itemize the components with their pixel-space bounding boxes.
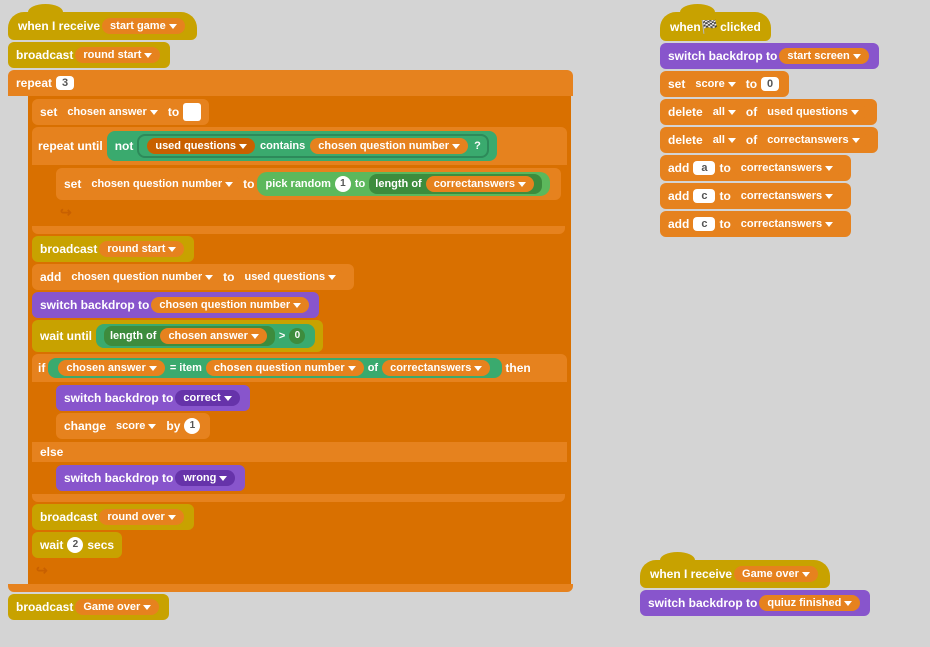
switch-quiuz-block[interactable]: switch backdrop to quiuz finished bbox=[640, 590, 870, 616]
flag-icon: 🏁 bbox=[701, 18, 718, 35]
repeat3-block[interactable]: repeat 3 set chosen answer to bbox=[8, 70, 573, 592]
change-score-block[interactable]: change score by 1 bbox=[56, 413, 561, 439]
broadcast1-value[interactable]: round start bbox=[75, 47, 160, 63]
loop-arrow2: ↪ bbox=[32, 560, 567, 581]
add-c-block[interactable]: add c to correctanswers bbox=[660, 183, 879, 209]
switch-correct-block[interactable]: switch backdrop to correct bbox=[56, 385, 561, 411]
when-clicked-block[interactable]: when 🏁 clicked bbox=[660, 12, 879, 41]
set-chosen-answer-block[interactable]: set chosen answer to bbox=[32, 99, 567, 125]
add-c2-block[interactable]: add c to correctanswers bbox=[660, 211, 879, 237]
repeat-value: 3 bbox=[56, 76, 74, 90]
event-label: when I receive bbox=[18, 19, 100, 33]
switch-wrong-block[interactable]: switch backdrop to wrong bbox=[56, 465, 561, 491]
add-to-used-block[interactable]: add chosen question number to used quest… bbox=[32, 264, 567, 290]
wait-until-block[interactable]: wait until length of chosen answer > 0 bbox=[32, 320, 567, 352]
chosen-answer-var[interactable]: chosen answer bbox=[59, 104, 165, 120]
wait-2-secs-block[interactable]: wait 2 secs bbox=[32, 532, 567, 558]
delete-used-block[interactable]: delete all of used questions bbox=[660, 99, 879, 125]
add-a-block[interactable]: add a to correctanswers bbox=[660, 155, 879, 181]
switch-backdrop-start-block[interactable]: switch backdrop to start screen bbox=[660, 43, 879, 69]
set-score-block[interactable]: set score to 0 bbox=[660, 71, 879, 97]
if-then-else-block[interactable]: if chosen answer = item chosen question … bbox=[32, 354, 567, 502]
loop-arrow: ↪ bbox=[56, 202, 561, 223]
delete-correct-block[interactable]: delete all of correctanswers bbox=[660, 127, 879, 153]
broadcast1-block[interactable]: broadcast round start bbox=[8, 42, 573, 68]
pick-random-block: pick random 1 to length of correctanswer… bbox=[257, 172, 550, 196]
receive-value[interactable]: start game bbox=[102, 18, 185, 34]
set-chosen-qnum-block[interactable]: set chosen question number to pick rando… bbox=[56, 168, 561, 200]
event-receive-block[interactable]: when I receive start game bbox=[8, 12, 573, 40]
broadcast-label: broadcast bbox=[16, 48, 73, 62]
broadcast2-block[interactable]: broadcast round start bbox=[32, 236, 567, 262]
not-block: not used questions contains chosen quest… bbox=[107, 131, 497, 161]
broadcast-gameover-block[interactable]: broadcast Game over bbox=[8, 594, 573, 620]
if-condition: chosen answer = item chosen question num… bbox=[48, 358, 502, 378]
wait-condition: length of chosen answer > 0 bbox=[96, 324, 315, 348]
switch-backdrop-qnum-block[interactable]: switch backdrop to chosen question numbe… bbox=[32, 292, 567, 318]
repeat-until-block[interactable]: repeat until not used questions contains bbox=[32, 127, 567, 234]
broadcast-round-over-block[interactable]: broadcast round over bbox=[32, 504, 567, 530]
receive-gameover-block[interactable]: when I receive Game over bbox=[640, 560, 870, 588]
